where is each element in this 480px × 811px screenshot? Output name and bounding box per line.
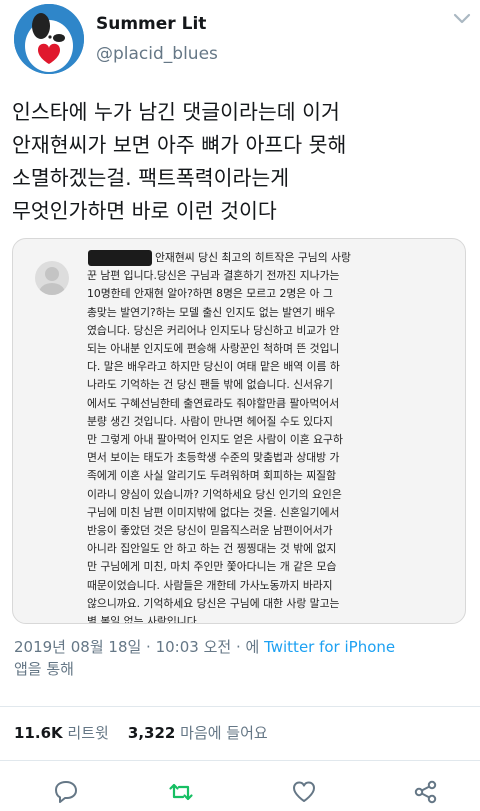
source-link[interactable]: Twitter for iPhone bbox=[264, 638, 395, 656]
divider bbox=[0, 760, 480, 761]
retweet-label[interactable]: 리트윗 bbox=[67, 724, 108, 742]
tweet-text-line: 소멸하겠는걸. 팩트폭력이라는게 bbox=[12, 166, 290, 190]
comment-line: 안재현씨 당신 최고의 히트작은 구님의 사랑 bbox=[155, 251, 351, 264]
retweet-icon[interactable] bbox=[167, 778, 195, 806]
tweet-header: Summer Lit @placid_blues bbox=[0, 0, 480, 86]
comment-line: 구님에 미친 남편 이미지밖에 없다는 것을. 신혼일기에서 bbox=[87, 505, 340, 519]
timestamp[interactable]: 2019년 08월 18일 · 10:03 오전 · 에 bbox=[14, 638, 264, 656]
reply-icon[interactable] bbox=[52, 778, 80, 806]
comment-line: 이라니 양심이 있습니까? 기억하세요 당신 인기의 요인은 bbox=[87, 487, 342, 501]
comment-line: 10명한테 안재현 알아?하면 8명은 모르고 2명은 아 그 bbox=[87, 287, 333, 301]
tweet-text-line: 무엇인가하면 바로 이런 것이다 bbox=[12, 199, 277, 223]
engagement-stats: 11.6K 리트윗 3,322 마음에 들어요 bbox=[14, 722, 268, 743]
comment-line: 않으니까요. 기억하세요 당신은 구님에 대한 사랑 말고는 bbox=[87, 596, 340, 610]
comment-line: 면서 보이는 태도가 초등학생 수준의 맞춤법과 상대방 가 bbox=[87, 451, 340, 465]
like-icon[interactable] bbox=[290, 778, 318, 806]
comment-line: 분량 생긴 것입니다. 사람이 만나면 헤어질 수도 있다지 bbox=[87, 414, 333, 428]
comment-line: 만 구님에게 미친, 마치 주인만 쫓아다니는 개 같은 모습 bbox=[87, 560, 337, 574]
comment-line: 아니라 집안일도 안 하고 하는 건 찡찡대는 것 밖에 없지 bbox=[87, 542, 337, 556]
comment-line: 족에게 이혼 사실 알리기도 두려워하며 회피하는 찌질함 bbox=[87, 469, 337, 483]
comment-line: 별 볼일 없는 사람입니다. bbox=[87, 615, 201, 624]
comment-line: 였습니다. 당신은 커리어나 인지도나 당신하고 비교가 안 bbox=[87, 323, 340, 337]
comment-line: 때문이었습니다. 사람들은 개한테 가사노동까지 바라지 bbox=[87, 578, 333, 592]
tweet-text-line: 인스타에 누가 남긴 댓글이라는데 이거 bbox=[12, 100, 340, 124]
comment-line: 나라도 기억하는 건 당신 팬들 밖에 없습니다. 신서유기 bbox=[87, 378, 333, 392]
action-bar bbox=[0, 768, 480, 811]
display-name[interactable]: Summer Lit bbox=[96, 14, 206, 34]
avatar[interactable] bbox=[14, 4, 84, 74]
comment-line: 에서도 구혜선님한테 출연료라도 줘야할만큼 팔아먹어서 bbox=[87, 396, 340, 410]
share-icon[interactable] bbox=[412, 778, 440, 806]
comment-line: 반응이 좋았던 것은 당신이 믿음직스러운 남편이어서가 bbox=[87, 524, 333, 538]
comment-line: 되는 아내분 인지도에 편승해 사랑꾼인 척하며 뜬 것입니 bbox=[87, 342, 340, 356]
tweet-text-line: 안재현씨가 보면 아주 뼈가 아프다 못해 bbox=[12, 133, 347, 157]
comment-line: 꾼 남편 입니다.당신은 구님과 결혼하기 전까진 지나가는 bbox=[87, 269, 340, 283]
divider bbox=[0, 706, 480, 707]
chevron-down-icon[interactable] bbox=[453, 12, 471, 26]
comment-line: 만 그렇게 아내 팔아먹어 인지도 얻은 사람이 이혼 요구하 bbox=[87, 433, 343, 447]
comment-line: 다. 말은 배우라고 하지만 당신이 여태 맡은 배역 이름 하 bbox=[87, 360, 340, 374]
comment-text: 안재현씨 당신 최고의 히트작은 구님의 사랑 꾼 남편 입니다.당신은 구님과… bbox=[87, 249, 463, 624]
source-suffix: 앱을 통해 bbox=[14, 660, 74, 678]
comment-line: 총맞는 발연기?하는 모델 출신 인지도 없는 발연기 배우 bbox=[87, 305, 336, 319]
retweet-count[interactable]: 11.6K bbox=[14, 724, 63, 742]
like-label[interactable]: 마음에 들어요 bbox=[180, 724, 268, 742]
commenter-avatar bbox=[35, 261, 69, 295]
user-handle[interactable]: @placid_blues bbox=[96, 44, 218, 64]
tweet-text: 인스타에 누가 남긴 댓글이라는데 이거 안재현씨가 보면 아주 뼈가 아프다 … bbox=[12, 96, 472, 228]
like-count[interactable]: 3,322 bbox=[128, 724, 175, 742]
attached-image[interactable]: 안재현씨 당신 최고의 히트작은 구님의 사랑 꾼 남편 입니다.당신은 구님과… bbox=[12, 238, 466, 624]
tweet-meta: 2019년 08월 18일 · 10:03 오전 · 에 Twitter for… bbox=[14, 636, 474, 680]
